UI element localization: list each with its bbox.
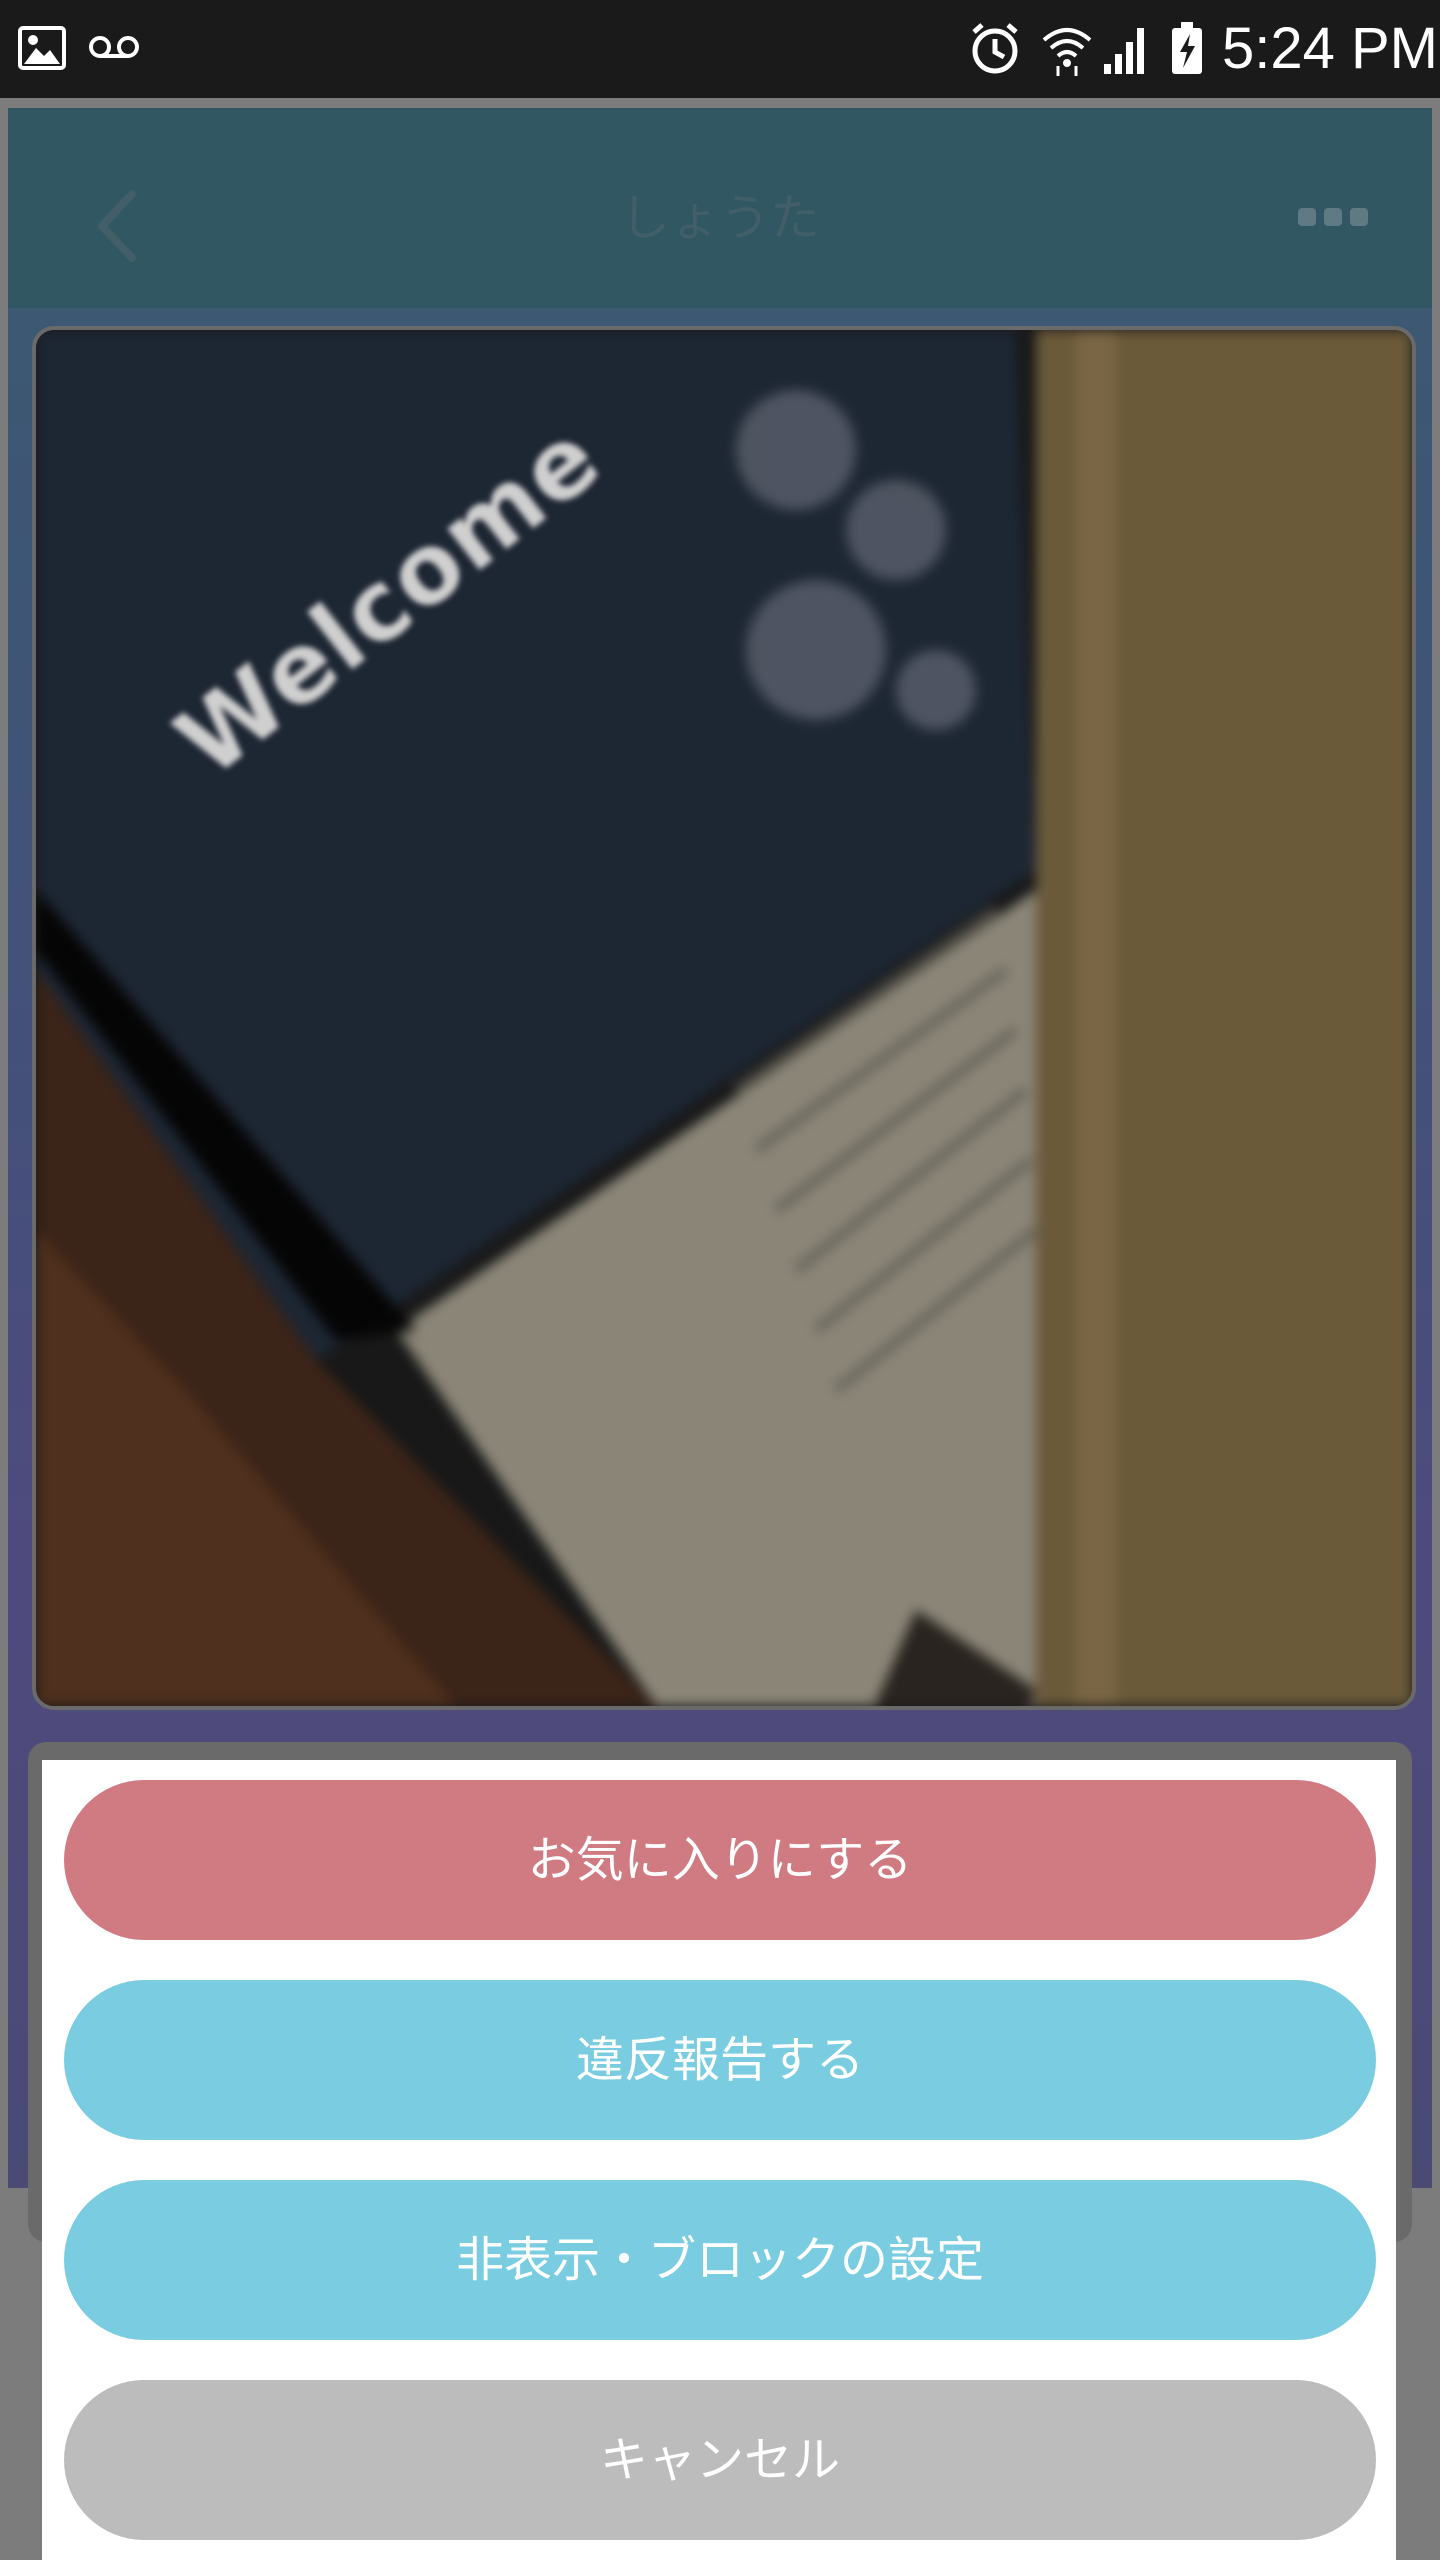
battery-charging-icon <box>1172 22 1202 74</box>
action-sheet: お気に入りにする 違反報告する 非表示・ブロックの設定 キャンセル <box>42 1760 1396 2560</box>
profile-photo[interactable]: Welcome <box>32 326 1416 1710</box>
photo-image <box>36 330 1412 1706</box>
favorite-button[interactable]: お気に入りにする <box>64 1780 1376 1940</box>
report-button[interactable]: 違反報告する <box>64 1980 1376 2140</box>
app-header: しょうた <box>8 108 1432 308</box>
cancel-button[interactable]: キャンセル <box>64 2380 1376 2540</box>
wifi-icon <box>1042 28 1092 76</box>
chevron-left-icon[interactable] <box>88 186 148 266</box>
status-time: 5:24 PM <box>1222 16 1438 81</box>
hide-block-settings-button[interactable]: 非表示・ブロックの設定 <box>64 2180 1376 2340</box>
page-title: しょうた <box>620 189 820 247</box>
voicemail-icon <box>89 36 139 58</box>
status-bar: 5:24 PM <box>0 0 1440 98</box>
photo-icon <box>18 26 66 70</box>
more-dots-icon[interactable] <box>1298 206 1368 230</box>
signal-icon <box>1104 28 1144 74</box>
alarm-icon <box>972 23 1018 74</box>
